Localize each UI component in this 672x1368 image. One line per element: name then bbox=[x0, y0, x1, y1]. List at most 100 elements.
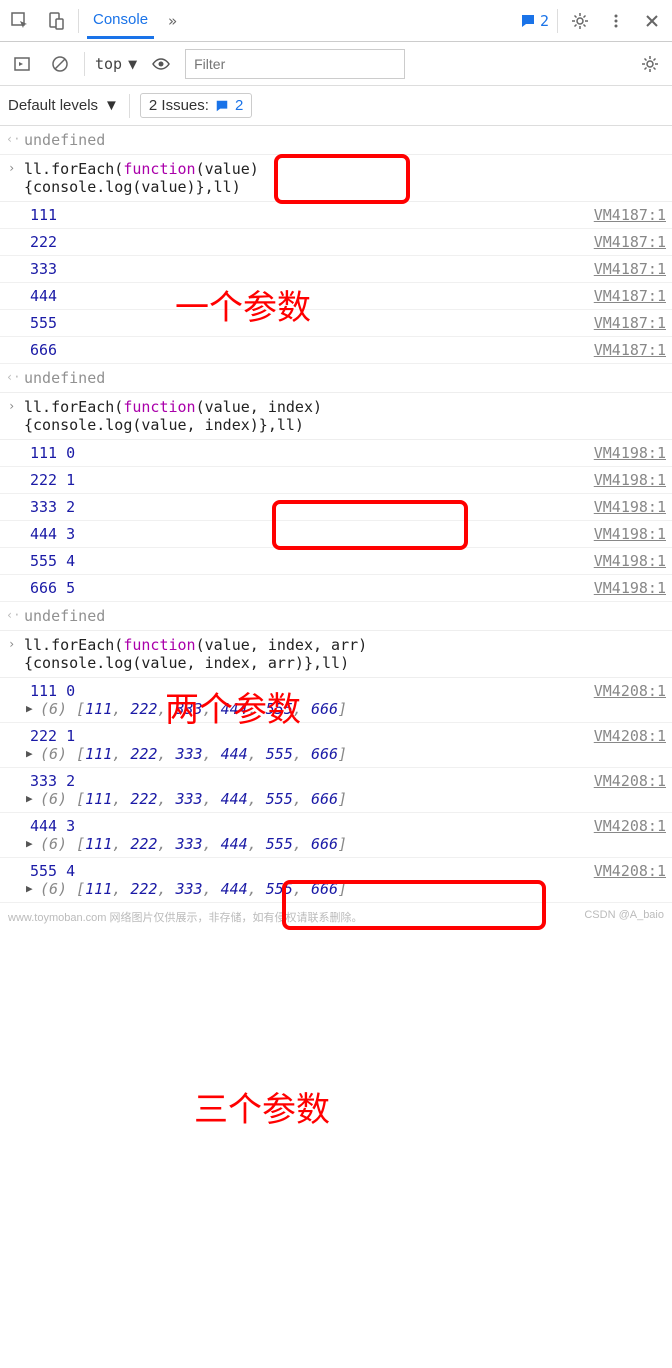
code-text: ll.forEach(function(value, index){consol… bbox=[24, 398, 322, 434]
console-log-row: 555 4 VM4198:1 bbox=[0, 548, 672, 575]
console-log-row: 111 0 VM4208:1 ▶(6) [111, 222, 333, 444, … bbox=[0, 678, 672, 723]
source-link[interactable]: VM4198:1 bbox=[594, 498, 666, 516]
source-link[interactable]: VM4198:1 bbox=[594, 552, 666, 570]
footer-right: CSDN @A_baio bbox=[584, 909, 664, 925]
source-link[interactable]: VM4198:1 bbox=[594, 525, 666, 543]
log-levels-selector[interactable]: Default levels ▼ bbox=[8, 97, 119, 114]
divider bbox=[129, 94, 130, 118]
array-preview[interactable]: ▶(6) [111, 222, 333, 444, 555, 666] bbox=[30, 745, 666, 763]
divider bbox=[557, 9, 558, 33]
divider bbox=[78, 9, 79, 33]
expand-arrow-icon[interactable]: ▶ bbox=[26, 702, 33, 715]
console-log-row: 555 4VM4208:1 ▶(6) [111, 222, 333, 444, … bbox=[0, 858, 672, 903]
console-log-row: 444VM4187:1 bbox=[0, 283, 672, 310]
source-link[interactable]: VM4187:1 bbox=[594, 314, 666, 332]
console-log-row: 555 VM4187:1 bbox=[0, 310, 672, 337]
expand-arrow-icon[interactable]: ▶ bbox=[26, 792, 33, 805]
source-link[interactable]: VM4208:1 bbox=[594, 727, 666, 745]
issues-badge[interactable]: 2 bbox=[520, 12, 549, 30]
source-link[interactable]: VM4198:1 bbox=[594, 444, 666, 462]
log-value: 444 3 bbox=[30, 817, 75, 835]
tab-console[interactable]: Console bbox=[87, 3, 154, 39]
issues-button[interactable]: 2 Issues: 2 bbox=[140, 93, 252, 118]
output-arrow-icon: ‹· bbox=[6, 370, 20, 384]
log-value: 333 bbox=[30, 260, 57, 278]
input-arrow-icon: › bbox=[8, 637, 15, 651]
source-link[interactable]: VM4187:1 bbox=[594, 341, 666, 359]
settings-icon[interactable] bbox=[566, 7, 594, 35]
expand-arrow-icon[interactable]: ▶ bbox=[26, 747, 33, 760]
source-link[interactable]: VM4208:1 bbox=[594, 682, 666, 700]
console-input-row[interactable]: › ll.forEach(function(value, index){cons… bbox=[0, 393, 672, 440]
console-log-row: 666 5 VM4198:1 bbox=[0, 575, 672, 602]
log-value: 111 0 bbox=[30, 444, 75, 462]
source-link[interactable]: VM4208:1 bbox=[594, 817, 666, 835]
console-toolbar: top ▼ bbox=[0, 42, 672, 86]
array-preview[interactable]: ▶(6) [111, 222, 333, 444, 555, 666] bbox=[30, 835, 666, 853]
console-log-row: 666VM4187:1 bbox=[0, 337, 672, 364]
levels-label: Default levels bbox=[8, 97, 98, 114]
log-value: 111 0 bbox=[30, 682, 75, 700]
clear-console-icon[interactable] bbox=[46, 50, 74, 78]
console-log-row: 222 VM4187:1 bbox=[0, 229, 672, 256]
output-arrow-icon: ‹· bbox=[6, 608, 20, 622]
log-value: 222 1 bbox=[30, 727, 75, 745]
undefined-value: undefined bbox=[24, 369, 105, 387]
log-value: 222 1 bbox=[30, 471, 75, 489]
log-value: 333 2 bbox=[30, 498, 75, 516]
console-filter-bar: Default levels ▼ 2 Issues: 2 bbox=[0, 86, 672, 126]
filter-input[interactable] bbox=[185, 49, 405, 79]
expand-arrow-icon[interactable]: ▶ bbox=[26, 837, 33, 850]
console-log-row: 111 0 VM4198:1 bbox=[0, 440, 672, 467]
log-value: 333 2 bbox=[30, 772, 75, 790]
console-log-row: 111 VM4187:1 bbox=[0, 202, 672, 229]
console-input-row[interactable]: › ll.forEach(function(value, index, arr)… bbox=[0, 631, 672, 678]
input-arrow-icon: › bbox=[8, 399, 15, 413]
settings-icon[interactable] bbox=[636, 50, 664, 78]
dropdown-icon: ▼ bbox=[104, 97, 119, 114]
more-tabs-icon[interactable]: » bbox=[168, 12, 177, 30]
console-output-row: ‹· undefined bbox=[0, 126, 672, 155]
source-link[interactable]: VM4187:1 bbox=[594, 206, 666, 224]
close-icon[interactable] bbox=[638, 7, 666, 35]
log-value: 444 3 bbox=[30, 525, 75, 543]
array-preview[interactable]: ▶(6) [111, 222, 333, 444, 555, 666] bbox=[30, 880, 666, 898]
kebab-menu-icon[interactable] bbox=[602, 7, 630, 35]
source-link[interactable]: VM4187:1 bbox=[594, 287, 666, 305]
source-link[interactable]: VM4198:1 bbox=[594, 471, 666, 489]
console-log-row: 444 3 VM4208:1 ▶(6) [111, 222, 333, 444, … bbox=[0, 813, 672, 858]
context-selector[interactable]: top ▼ bbox=[95, 55, 137, 73]
console-log-row: 222 1 VM4208:1 ▶(6) [111, 222, 333, 444, … bbox=[0, 723, 672, 768]
log-value: 666 5 bbox=[30, 579, 75, 597]
source-link[interactable]: VM4187:1 bbox=[594, 233, 666, 251]
log-value: 555 bbox=[30, 314, 57, 332]
code-text: ll.forEach(function(value, index, arr){c… bbox=[24, 636, 367, 672]
code-text: ll.forEach(function(value){console.log(v… bbox=[24, 160, 259, 196]
log-value: 111 bbox=[30, 206, 57, 224]
console-output-row: ‹· undefined bbox=[0, 364, 672, 393]
dropdown-icon: ▼ bbox=[128, 55, 137, 73]
log-value: 555 4 bbox=[30, 552, 75, 570]
source-link[interactable]: VM4208:1 bbox=[594, 862, 666, 880]
source-link[interactable]: VM4198:1 bbox=[594, 579, 666, 597]
expand-arrow-icon[interactable]: ▶ bbox=[26, 882, 33, 895]
source-link[interactable]: VM4187:1 bbox=[594, 260, 666, 278]
input-arrow-icon: › bbox=[8, 161, 15, 175]
eye-icon[interactable] bbox=[147, 50, 175, 78]
context-label: top bbox=[95, 55, 122, 73]
undefined-value: undefined bbox=[24, 131, 105, 149]
sidebar-toggle-icon[interactable] bbox=[8, 50, 36, 78]
device-toggle-icon[interactable] bbox=[42, 7, 70, 35]
array-preview[interactable]: ▶(6) [111, 222, 333, 444, 555, 666] bbox=[30, 790, 666, 808]
issues-label: 2 Issues: bbox=[149, 97, 209, 114]
console-log-row: 333 2 VM4208:1 ▶(6) [111, 222, 333, 444, … bbox=[0, 768, 672, 813]
console-output-row: ‹· undefined bbox=[0, 602, 672, 631]
array-preview[interactable]: ▶(6) [111, 222, 333, 444, 555, 666] bbox=[30, 700, 666, 718]
console-body: ‹· undefined › ll.forEach(function(value… bbox=[0, 126, 672, 903]
console-input-row[interactable]: › ll.forEach(function(value){console.log… bbox=[0, 155, 672, 202]
console-log-row: 333 2 VM4198:1 bbox=[0, 494, 672, 521]
output-arrow-icon: ‹· bbox=[6, 132, 20, 146]
source-link[interactable]: VM4208:1 bbox=[594, 772, 666, 790]
log-value: 222 bbox=[30, 233, 57, 251]
inspect-element-icon[interactable] bbox=[6, 7, 34, 35]
